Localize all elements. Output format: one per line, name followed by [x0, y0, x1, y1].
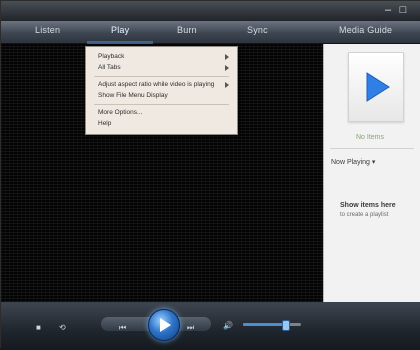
next-icon[interactable]: ⏭ — [187, 323, 194, 333]
menu-item-file-menu-display[interactable]: Show File Menu Display — [98, 92, 168, 99]
submenu-arrow-icon — [225, 82, 229, 88]
submenu-arrow-icon — [225, 65, 229, 71]
previous-icon[interactable]: ⏮ — [119, 323, 126, 333]
mute-icon[interactable]: 🔊 — [223, 321, 233, 331]
volume-fill — [243, 323, 285, 326]
minimize-button[interactable]: – — [382, 4, 394, 16]
now-playing-art — [348, 52, 404, 122]
menu-item-help[interactable]: Help — [98, 120, 111, 127]
shuffle-icon[interactable]: ⟲ — [59, 323, 66, 333]
tab-play[interactable]: Play — [111, 25, 129, 35]
maximize-button[interactable]: □ — [397, 4, 409, 16]
list-pane: No Items Now Playing ▾ Show items here t… — [323, 44, 420, 302]
menu-item-aspect-ratio[interactable]: Adjust aspect ratio while video is playi… — [98, 81, 214, 88]
media-player-window: – □ Listen Play Burn Sync Media Guide No… — [0, 0, 420, 350]
menu-separator — [94, 104, 229, 105]
submenu-arrow-icon — [225, 54, 229, 60]
volume-knob[interactable] — [282, 320, 290, 331]
titlebar: – □ — [1, 1, 420, 21]
play-menu: Playback All Tabs Adjust aspect ratio wh… — [85, 46, 238, 135]
drag-items-subtitle: to create a playlist — [340, 212, 389, 218]
play-triangle-icon — [366, 72, 390, 102]
tab-sync[interactable]: Sync — [247, 25, 268, 35]
pane-divider — [330, 148, 414, 149]
tab-media-guide[interactable]: Media Guide — [339, 25, 392, 35]
menu-item-all-tabs[interactable]: All Tabs — [98, 64, 121, 71]
tab-burn[interactable]: Burn — [177, 25, 197, 35]
menu-item-more-options[interactable]: More Options... — [98, 109, 142, 116]
play-icon — [160, 318, 171, 332]
stop-icon[interactable]: ■ — [36, 323, 41, 333]
play-button[interactable] — [148, 309, 180, 341]
menu-item-playback[interactable]: Playback — [98, 53, 124, 60]
tab-listen[interactable]: Listen — [35, 25, 60, 35]
tab-bar: Listen Play Burn Sync Media Guide — [1, 21, 420, 63]
drag-items-title: Show items here — [340, 202, 396, 209]
no-items-caption: No Items — [356, 134, 385, 141]
playlist-dropdown[interactable]: Now Playing ▾ — [331, 158, 375, 166]
menu-separator — [94, 76, 229, 77]
